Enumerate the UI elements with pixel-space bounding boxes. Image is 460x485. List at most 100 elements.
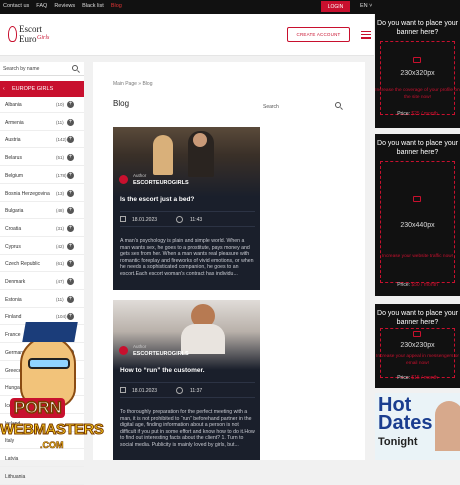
nav-link-blog[interactable]: Blog <box>111 3 122 9</box>
create-account-button[interactable]: CREATE ACCOUNT <box>287 27 350 42</box>
expand-plus-icon[interactable]: + <box>67 278 74 285</box>
expand-plus-icon[interactable]: + <box>67 260 74 268</box>
banner-ad-slot[interactable]: Do you want to place your banner here? 2… <box>375 14 460 128</box>
expand-plus-icon[interactable]: + <box>67 101 74 108</box>
login-button[interactable]: LOGIN <box>321 1 350 12</box>
post-image <box>113 300 260 370</box>
country-count: (11) <box>56 119 64 125</box>
expand-plus-icon[interactable]: + <box>67 136 74 144</box>
language-selector[interactable]: EN ˅ <box>360 3 372 9</box>
ad-question: Do you want to place your banner here? <box>377 20 458 36</box>
country-count: (51) <box>56 155 65 161</box>
country-name: Albania <box>5 102 22 108</box>
sidebar-item-country[interactable]: Belgium (178) + <box>0 168 84 184</box>
breadcrumb-current: Blog <box>142 81 153 87</box>
sidebar-item-country[interactable]: Bosnia Herzegovina (13) + <box>0 186 84 202</box>
post-meta: 18.01.2023 11:43 <box>120 211 255 227</box>
post-time: 11:37 <box>190 388 203 394</box>
sidebar-item-country[interactable]: Austria (142) + <box>0 132 84 149</box>
logo-text-escort: Escort <box>19 24 42 34</box>
nav-link-blacklist[interactable]: Black list <box>82 3 104 9</box>
country-name: Croatia <box>5 225 22 232</box>
expand-plus-icon[interactable]: + <box>67 295 74 303</box>
nav-link-reviews[interactable]: Reviews <box>54 3 75 9</box>
post-title[interactable]: Is the escort just a bed? <box>120 196 194 203</box>
post-title[interactable]: How to “run” the customer. <box>120 367 205 374</box>
post-date: 18.01.2023 <box>132 388 158 394</box>
price-label: Price: <box>397 375 410 381</box>
ad-promo: Increase your website traffic now! <box>381 254 454 259</box>
search-icon[interactable] <box>72 65 78 71</box>
banner-photo <box>435 401 460 451</box>
country-count: (11) <box>56 296 64 302</box>
sidebar-item-country[interactable]: Belarus (51) + <box>0 150 84 167</box>
sidebar-item-country[interactable]: Denmark (47) + <box>0 274 84 290</box>
expand-plus-icon[interactable]: + <box>67 118 74 126</box>
site-logo[interactable]: Escort Euro Girls <box>5 24 51 50</box>
name-search-input[interactable]: Search by name <box>0 62 84 76</box>
author-name[interactable]: ESCORTEUROGIRLS <box>133 180 189 186</box>
calendar-icon <box>120 387 126 393</box>
category-europe-girls[interactable]: ‹ EUROPE GIRLS <box>0 81 84 97</box>
top-bar: Contact us FAQ Reviews Black list Blog L… <box>0 0 460 14</box>
blog-search-input[interactable]: Search <box>263 102 343 112</box>
hot-dates-line2: Dates <box>378 412 433 434</box>
expand-plus-icon[interactable]: + <box>67 189 74 197</box>
calendar-icon <box>120 216 126 222</box>
nav-link-faq[interactable]: FAQ <box>36 3 47 9</box>
ad-placeholder-box <box>380 41 455 115</box>
ad-question: Do you want to place your banner here? <box>377 310 458 326</box>
author-label: Author <box>133 173 147 178</box>
chevron-icon: ‹ <box>3 86 5 92</box>
country-name: Lithuania <box>5 473 26 480</box>
sidebar-item-country[interactable]: Lithuania <box>0 469 84 485</box>
expand-plus-icon[interactable]: + <box>67 224 74 232</box>
country-name: Estonia <box>5 296 22 303</box>
expand-plus-icon[interactable]: + <box>67 207 74 215</box>
breadcrumb-separator: » <box>138 81 142 87</box>
hot-dates-banner[interactable]: Hot Dates Tonight <box>375 393 460 460</box>
blog-post-card[interactable]: Author ESCORTEUROGIRLS Is the escort jus… <box>113 127 260 290</box>
sidebar-item-country[interactable]: Czech Republic (61) + <box>0 256 84 273</box>
blog-post-card[interactable]: Author ESCORTEUROGIRLS How to “run” the … <box>113 300 260 460</box>
sidebar-item-country[interactable]: Estonia (11) + <box>0 292 84 308</box>
nav-link-contact[interactable]: Contact us <box>3 3 29 9</box>
logo-text-girls: Girls <box>37 35 50 41</box>
sidebar-item-country[interactable]: Albania (10) + <box>0 97 84 113</box>
sidebar-item-country[interactable]: Cyprus (42) + <box>0 239 84 255</box>
post-date: 18.01.2023 <box>132 217 158 223</box>
banner-ad-slot[interactable]: Do you want to place your banner here? 2… <box>375 134 460 296</box>
country-count: (31) <box>56 225 65 231</box>
author-avatar-icon <box>119 346 128 355</box>
author-label: Author <box>133 344 147 349</box>
expand-plus-icon[interactable]: + <box>67 154 74 162</box>
logo-mark-icon <box>8 26 17 42</box>
breadcrumb-home[interactable]: Main Page <box>113 81 137 87</box>
logo-text-euro: Euro <box>19 34 37 44</box>
banner-ad-slot[interactable]: Do you want to place your banner here? 2… <box>375 304 460 388</box>
author-name[interactable]: ESCORTEUROGIRLS <box>133 351 189 357</box>
country-name: Denmark <box>5 279 26 285</box>
watermark-line2: WEBMASTERS <box>0 421 104 439</box>
name-search-placeholder: Search by name <box>3 66 40 72</box>
sidebar-item-country[interactable]: Armenia (11) + <box>0 115 84 131</box>
country-count: (13) <box>56 190 65 196</box>
post-excerpt: A man's psychology is plain and simple w… <box>120 238 254 277</box>
watermark-line3: .COM <box>40 440 64 451</box>
page-title: Blog <box>113 99 130 108</box>
country-name: Bosnia Herzegovina <box>5 190 50 197</box>
search-icon[interactable] <box>335 102 341 108</box>
clock-icon <box>176 387 183 394</box>
expand-plus-icon[interactable]: + <box>67 242 74 250</box>
country-count: (61) <box>56 261 65 267</box>
sidebar-item-country[interactable]: Croatia (31) + <box>0 221 84 237</box>
country-name: Czech Republic <box>5 261 41 268</box>
menu-icon[interactable] <box>361 31 371 39</box>
clock-icon <box>176 216 183 223</box>
sidebar-item-country[interactable]: Bulgaria (48) + <box>0 203 84 220</box>
expand-plus-icon[interactable]: + <box>67 171 74 179</box>
ad-price: Price: $50 / month <box>375 282 460 288</box>
country-count: (48) <box>56 208 65 214</box>
watermark-line1: PORN <box>10 397 66 418</box>
post-time: 11:43 <box>190 217 203 223</box>
